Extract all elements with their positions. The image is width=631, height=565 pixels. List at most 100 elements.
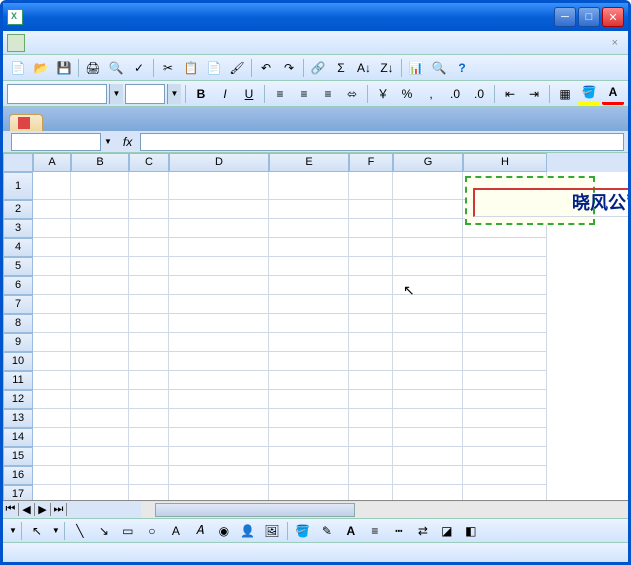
- cell[interactable]: [129, 428, 169, 447]
- cell[interactable]: [129, 219, 169, 238]
- wordart-button[interactable]: 𝐴: [189, 520, 211, 542]
- row-header[interactable]: 15: [3, 447, 33, 466]
- merge-button[interactable]: ⬄: [341, 83, 363, 105]
- 3d-button[interactable]: ◧: [460, 520, 482, 542]
- sheet-nav-prev[interactable]: ◀: [19, 503, 35, 516]
- cell[interactable]: [269, 409, 349, 428]
- cell[interactable]: [349, 276, 393, 295]
- row-header[interactable]: 3: [3, 219, 33, 238]
- minimize-button[interactable]: ─: [554, 7, 576, 27]
- row-header[interactable]: 1: [3, 172, 33, 200]
- cell[interactable]: [393, 466, 463, 485]
- cell[interactable]: [33, 200, 71, 219]
- row-header[interactable]: 17: [3, 485, 33, 500]
- cell[interactable]: [71, 295, 129, 314]
- bold-button[interactable]: B: [190, 83, 212, 105]
- cell[interactable]: [269, 428, 349, 447]
- cell[interactable]: [33, 314, 71, 333]
- formula-bar[interactable]: [140, 133, 624, 151]
- cell[interactable]: [169, 352, 269, 371]
- cell[interactable]: [33, 390, 71, 409]
- cell[interactable]: [349, 238, 393, 257]
- row-header[interactable]: 2: [3, 200, 33, 219]
- row-header[interactable]: 13: [3, 409, 33, 428]
- line-style-button[interactable]: ≡: [364, 520, 386, 542]
- cell[interactable]: [71, 371, 129, 390]
- cell[interactable]: [269, 333, 349, 352]
- cell[interactable]: [33, 276, 71, 295]
- cell[interactable]: [71, 257, 129, 276]
- cell[interactable]: [71, 466, 129, 485]
- cell[interactable]: [71, 200, 129, 219]
- cell[interactable]: [33, 428, 71, 447]
- new-button[interactable]: 📄: [7, 57, 29, 79]
- borders-button[interactable]: ▦: [554, 83, 576, 105]
- cell[interactable]: [349, 447, 393, 466]
- sort-asc-button[interactable]: A↓: [353, 57, 375, 79]
- row-header[interactable]: 5: [3, 257, 33, 276]
- cell[interactable]: [349, 409, 393, 428]
- arrow-style-button[interactable]: ⇄: [412, 520, 434, 542]
- row-header[interactable]: 6: [3, 276, 33, 295]
- cell[interactable]: [349, 466, 393, 485]
- cell[interactable]: [393, 371, 463, 390]
- cell[interactable]: [393, 390, 463, 409]
- sheet-nav-last[interactable]: ⏭: [51, 503, 67, 516]
- comma-button[interactable]: ,: [420, 83, 442, 105]
- cut-button[interactable]: ✂: [157, 57, 179, 79]
- cell[interactable]: [33, 409, 71, 428]
- zoom-button[interactable]: 🔍: [428, 57, 450, 79]
- cell[interactable]: [349, 314, 393, 333]
- cell[interactable]: [169, 314, 269, 333]
- fill-color-draw-button[interactable]: 🪣: [292, 520, 314, 542]
- row-header[interactable]: 10: [3, 352, 33, 371]
- cell[interactable]: [169, 371, 269, 390]
- cell[interactable]: [393, 238, 463, 257]
- select-all-corner[interactable]: [3, 153, 33, 172]
- cell[interactable]: [463, 257, 547, 276]
- cell[interactable]: [33, 333, 71, 352]
- copy-button[interactable]: 📋: [180, 57, 202, 79]
- cell[interactable]: [349, 295, 393, 314]
- cell[interactable]: [129, 466, 169, 485]
- cell[interactable]: [129, 276, 169, 295]
- arrow-button[interactable]: ↘: [93, 520, 115, 542]
- cell[interactable]: [349, 200, 393, 219]
- dec-decimal-button[interactable]: .0: [468, 83, 490, 105]
- cell[interactable]: [349, 219, 393, 238]
- fx-icon[interactable]: fx: [123, 135, 132, 149]
- rect-button[interactable]: ▭: [117, 520, 139, 542]
- diagram-button[interactable]: ◉: [213, 520, 235, 542]
- font-size-drop[interactable]: ▼: [167, 84, 181, 104]
- cell[interactable]: [463, 314, 547, 333]
- col-header-F[interactable]: F: [349, 153, 393, 172]
- line-color-button[interactable]: ✎: [316, 520, 338, 542]
- cell[interactable]: [463, 276, 547, 295]
- clipart-button[interactable]: 👤: [237, 520, 259, 542]
- select-objects-button[interactable]: ↖: [26, 520, 48, 542]
- cell[interactable]: [169, 409, 269, 428]
- open-button[interactable]: 📂: [30, 57, 52, 79]
- cell[interactable]: [269, 371, 349, 390]
- undo-button[interactable]: ↶: [255, 57, 277, 79]
- row-header[interactable]: 14: [3, 428, 33, 447]
- cell[interactable]: [349, 333, 393, 352]
- cell[interactable]: [129, 238, 169, 257]
- cell[interactable]: [393, 485, 463, 500]
- help-search[interactable]: ×: [606, 37, 624, 49]
- cell[interactable]: [393, 352, 463, 371]
- col-header-A[interactable]: A: [33, 153, 71, 172]
- hscrollbar[interactable]: [141, 502, 628, 518]
- cell[interactable]: [169, 390, 269, 409]
- cell[interactable]: [33, 219, 71, 238]
- cell[interactable]: [269, 219, 349, 238]
- cell[interactable]: [169, 200, 269, 219]
- cell[interactable]: [169, 257, 269, 276]
- redo-button[interactable]: ↷: [278, 57, 300, 79]
- row-header[interactable]: 16: [3, 466, 33, 485]
- row-header[interactable]: 9: [3, 333, 33, 352]
- cell[interactable]: [349, 257, 393, 276]
- align-left-button[interactable]: ≡: [269, 83, 291, 105]
- app-icon[interactable]: [7, 34, 25, 52]
- cell[interactable]: [129, 390, 169, 409]
